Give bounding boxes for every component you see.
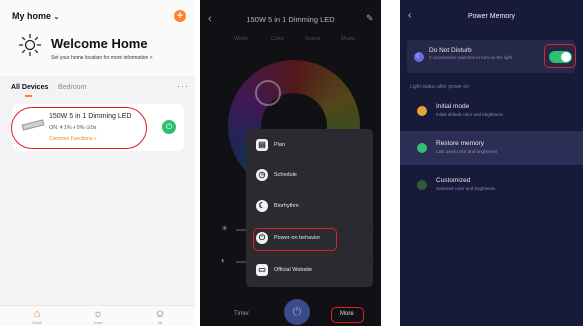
bulb-icon — [417, 180, 427, 190]
bulb-icon — [417, 143, 427, 153]
sun-icon — [18, 33, 42, 57]
highlight-more-button — [331, 307, 364, 323]
moon-icon: ☾ — [414, 52, 424, 62]
tab-all-devices[interactable]: All Devices — [11, 84, 48, 91]
welcome-title: Welcome Home — [51, 36, 148, 51]
power-button[interactable]: ⏻ — [284, 299, 310, 325]
active-tab-indicator — [25, 95, 32, 97]
room-tabs: All Devices Bedroom ··· — [11, 81, 189, 97]
do-not-disturb-description: 2 consecutive switches to turn on the li… — [429, 55, 513, 60]
more-menu: ▤ Plan ◷ Schedule ☾ Biorhythm ⏻ Power-on… — [246, 129, 373, 287]
highlight-device-card — [11, 107, 147, 149]
power-memory-screen: ‹ Power Memory ☾ Do Not Disturb 2 consec… — [400, 0, 583, 326]
menu-item-schedule[interactable]: ◷ Schedule — [246, 161, 373, 191]
menu-item-label: Official Website — [274, 267, 313, 273]
do-not-disturb-title: Do Not Disturb — [429, 47, 472, 54]
device-control-screen: ‹ 150W 5 in 1 Dimming LED ✎ White Color … — [200, 0, 381, 326]
option-description: Initial default color and brightness — [436, 112, 504, 117]
highlight-power-on-behavior — [253, 228, 337, 251]
home-selector-label: My home — [12, 11, 52, 21]
option-initial-mode[interactable]: Initial mode Initial default color and b… — [400, 94, 583, 128]
tab-bedroom[interactable]: Bedroom — [58, 84, 86, 91]
page-title: Power Memory — [467, 13, 516, 20]
option-title: Restore memory — [436, 140, 485, 147]
nav-smart-label: Smart — [93, 321, 103, 325]
menu-item-label: Biorhythm — [274, 203, 299, 209]
option-description: Selected color and brightness — [436, 186, 496, 191]
smart-icon: ☼ — [92, 308, 104, 320]
bottom-nav: ⌂ Home ☼ Smart ☺ Me — [0, 305, 195, 326]
chevron-down-icon: ⌄ — [53, 14, 60, 21]
plan-icon: ▤ — [256, 139, 268, 151]
menu-item-official-website[interactable]: ▭ Official Website — [246, 256, 373, 286]
nav-home-label: Home — [32, 321, 42, 325]
option-description: Last used color and brightness — [436, 149, 498, 154]
set-location-link[interactable]: Set your home location for more informat… — [51, 55, 153, 61]
home-screen: My home ⌄ + Welcome Home Set your home l… — [0, 0, 195, 326]
bulb-icon — [417, 106, 427, 116]
add-device-button[interactable]: + — [174, 10, 186, 22]
home-header: My home ⌄ + Welcome Home Set your home l… — [0, 0, 195, 76]
profile-icon: ☺ — [154, 308, 166, 320]
nav-home[interactable]: ⌂ Home — [22, 308, 52, 326]
nav-smart[interactable]: ☼ Smart — [83, 308, 113, 326]
timer-button[interactable]: Timer — [234, 311, 249, 317]
option-customized[interactable]: Customized Selected color and brightness — [400, 168, 583, 202]
menu-item-label: Plan — [274, 142, 286, 148]
menu-item-label: Schedule — [274, 172, 297, 178]
menu-item-plan[interactable]: ▤ Plan — [246, 131, 373, 161]
section-label: Light status after power on — [410, 84, 469, 90]
nav-me-label: Me — [157, 321, 163, 325]
menu-item-biorhythm[interactable]: ☾ Biorhythm — [246, 192, 373, 222]
biorhythm-icon: ☾ — [256, 200, 268, 212]
highlight-toggle — [544, 44, 576, 68]
option-title: Customized — [436, 177, 471, 184]
option-title: Initial mode — [436, 103, 470, 110]
clock-icon: ◷ — [256, 169, 268, 181]
more-icon[interactable]: ··· — [177, 81, 189, 91]
home-icon: ⌂ — [33, 308, 41, 320]
home-selector[interactable]: My home ⌄ — [12, 11, 59, 21]
nav-me[interactable]: ☺ Me — [145, 308, 175, 326]
option-restore-memory[interactable]: Restore memory Last used color and brigh… — [400, 131, 583, 165]
website-icon: ▭ — [256, 264, 268, 276]
power-toggle-button[interactable]: ⏻ — [162, 120, 176, 134]
